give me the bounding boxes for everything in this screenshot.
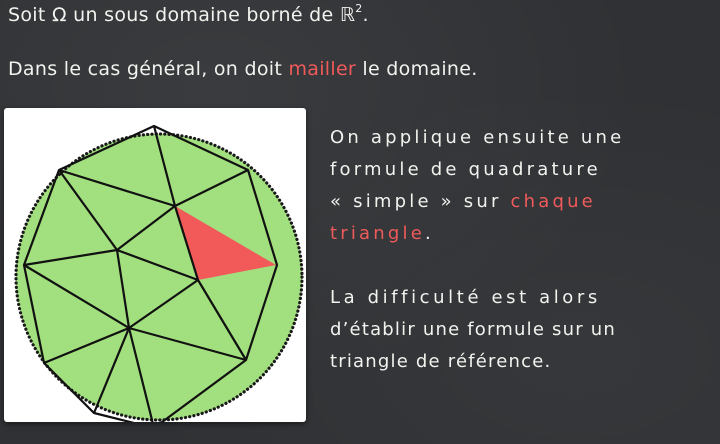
- mesh-keyword: mailler: [288, 58, 357, 80]
- quadrature-keyword-chaque: chaque: [510, 191, 596, 212]
- difficulty-line-1: La difficulté est alors: [330, 287, 601, 308]
- quadrature-line-2: formule de quadrature: [330, 159, 601, 180]
- dimension-exponent: 2: [355, 2, 363, 15]
- mesh-figure: [4, 108, 306, 422]
- intro-line: Soit Ω un sous domaine borné de ℝ2.: [8, 2, 369, 26]
- intro-period: .: [362, 4, 369, 26]
- intro-text: Soit Ω un sous domaine borné de: [8, 4, 340, 26]
- mesh-text-before: Dans le cas général, on doit: [8, 58, 289, 80]
- difficulty-line-3: triangle de référence.: [330, 351, 552, 372]
- quadrature-paragraph: On applique ensuite une formule de quadr…: [330, 122, 700, 250]
- quadrature-line-3-text: « simple » sur: [330, 191, 511, 212]
- quadrature-keyword-triangle: triangle: [330, 223, 425, 244]
- difficulty-line-2: d’établir une formule sur un: [330, 319, 616, 340]
- mesh-line: Dans le cas général, on doit mailler le …: [8, 58, 478, 80]
- quadrature-line-4: triangle.: [330, 218, 700, 250]
- triangulated-domain-diagram: [14, 124, 304, 422]
- quadrature-line-3: « simple » sur chaque: [330, 186, 700, 218]
- mesh-text-after: le domaine.: [356, 58, 478, 80]
- difficulty-paragraph: La difficulté est alors d’établir une fo…: [330, 282, 700, 378]
- quadrature-line-1: On applique ensuite une: [330, 127, 625, 148]
- quadrature-line-4-period: .: [425, 223, 434, 244]
- real-set-symbol: ℝ: [339, 4, 356, 26]
